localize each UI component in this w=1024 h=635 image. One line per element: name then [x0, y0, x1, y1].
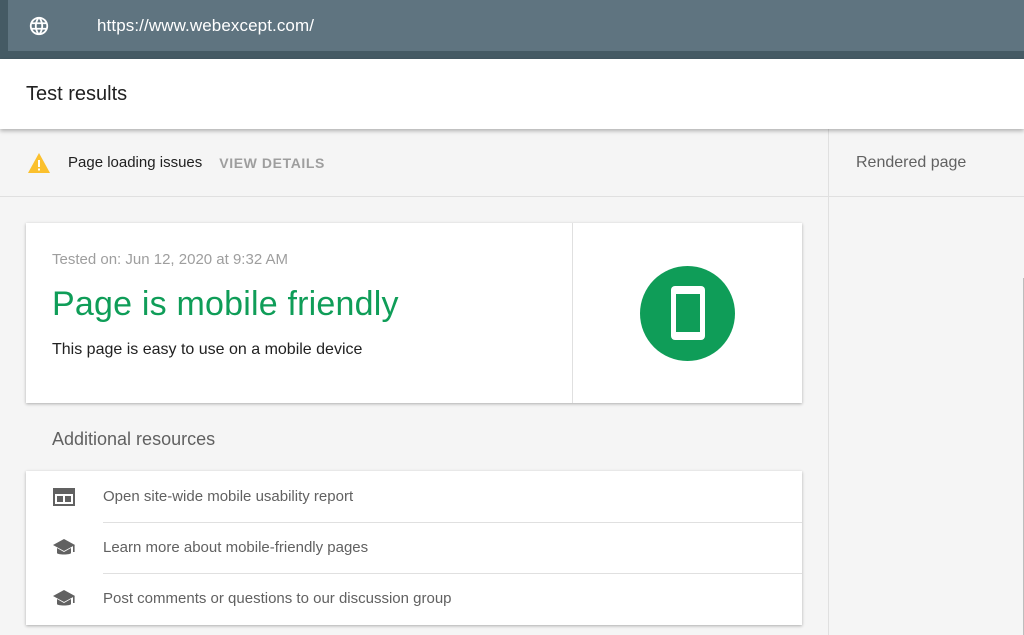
- tested-on-timestamp: Tested on: Jun 12, 2020 at 9:32 AM: [52, 251, 289, 268]
- page-issues-bar: Page loading issues VIEW DETAILS: [0, 129, 828, 197]
- resource-learn-more[interactable]: Learn more about mobile-friendly pages: [26, 522, 802, 573]
- result-headline: Page is mobile friendly: [52, 285, 399, 323]
- result-summary: Tested on: Jun 12, 2020 at 9:32 AM Page …: [26, 223, 573, 403]
- resources-list: Open site-wide mobile usability report L…: [26, 471, 802, 625]
- rendered-page-preview: [829, 198, 1024, 635]
- result-icon-area: [573, 223, 802, 403]
- globe-icon: [27, 14, 51, 38]
- test-result-card: Tested on: Jun 12, 2020 at 9:32 AM Page …: [26, 223, 802, 403]
- resource-discussion-group[interactable]: Post comments or questions to our discus…: [26, 573, 802, 624]
- warning-icon: [26, 151, 52, 175]
- report-icon: [52, 485, 76, 509]
- results-panel: Page loading issues VIEW DETAILS Tested …: [0, 129, 828, 635]
- school-icon: [52, 587, 76, 611]
- resource-label[interactable]: Post comments or questions to our discus…: [103, 590, 452, 607]
- mobile-phone-icon: [640, 265, 735, 361]
- school-icon: [52, 536, 76, 560]
- resource-label[interactable]: Open site-wide mobile usability report: [103, 488, 353, 505]
- rendered-page-tab[interactable]: Rendered page: [829, 129, 1024, 197]
- url-text[interactable]: https://www.webexcept.com/: [97, 16, 314, 36]
- url-bar: https://www.webexcept.com/: [0, 0, 1024, 59]
- page-title: Test results: [26, 82, 128, 105]
- url-field[interactable]: https://www.webexcept.com/: [8, 0, 1024, 51]
- additional-resources-heading: Additional resources: [52, 429, 216, 449]
- resource-usability-report[interactable]: Open site-wide mobile usability report: [26, 471, 802, 522]
- resource-label[interactable]: Learn more about mobile-friendly pages: [103, 539, 368, 556]
- view-details-button[interactable]: VIEW DETAILS: [219, 155, 325, 171]
- result-description: This page is easy to use on a mobile dev…: [52, 341, 363, 358]
- page-loading-issues-label: Page loading issues: [68, 154, 203, 171]
- rendered-page-panel: Rendered page: [828, 129, 1024, 635]
- results-header: Test results: [0, 59, 1024, 129]
